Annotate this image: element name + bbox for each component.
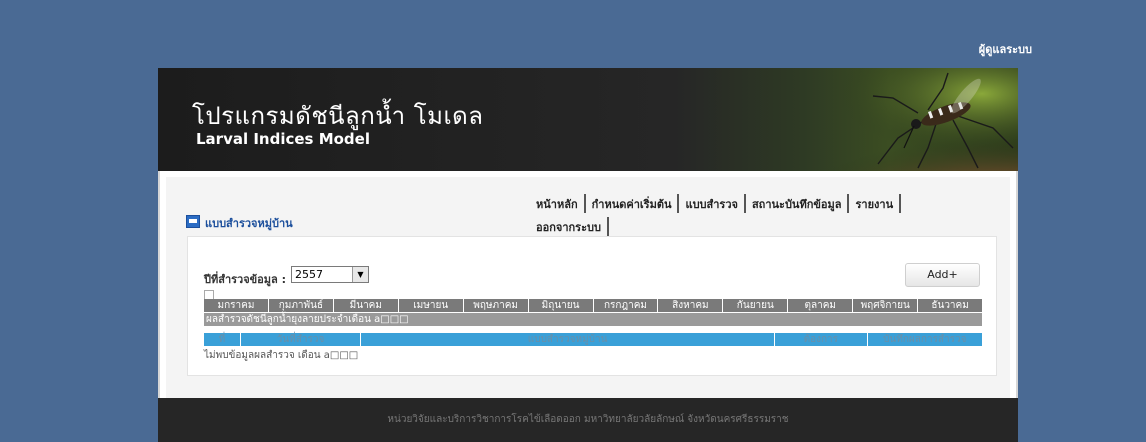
footer: หน่วยวิจัยและบริการวิชาการโรคไข้เลือดออก… bbox=[158, 398, 1018, 442]
col-village-survey: แบบสำรวจหมู่บ้าน bbox=[361, 333, 776, 346]
month-tab-11[interactable]: พฤศจิกายน bbox=[853, 299, 919, 312]
month-tab-10[interactable]: ตุลาคม bbox=[788, 299, 854, 312]
month-tab-2[interactable]: กุมภาพันธ์ bbox=[269, 299, 334, 312]
month-tab-7[interactable]: กรกฎาคม bbox=[594, 299, 659, 312]
nav-item-logout[interactable]: ออกจากระบบ bbox=[530, 217, 609, 236]
form-icon bbox=[186, 215, 200, 228]
add-button[interactable]: Add+ bbox=[905, 263, 980, 287]
app-title-english: Larval Indices Model bbox=[196, 130, 370, 148]
month-tab-4[interactable]: เมษายน bbox=[399, 299, 464, 312]
nav-item-home[interactable]: หน้าหลัก bbox=[530, 194, 586, 213]
year-value: 2557 bbox=[295, 268, 323, 281]
header-banner: โปรแกรมดัชนีลูกน้ำ โมเดล Larval Indices … bbox=[158, 68, 1018, 171]
page-wrapper: โปรแกรมดัชนีลูกน้ำ โมเดล Larval Indices … bbox=[158, 68, 1018, 442]
month-tab-1[interactable]: มกราคม bbox=[204, 299, 269, 312]
main-nav: หน้าหลัก กำหนดค่าเริ่มต้น แบบสำรวจ สถานะบัน… bbox=[530, 194, 930, 240]
nav-item-survey[interactable]: แบบสำรวจ bbox=[679, 194, 746, 213]
col-action: ต้องการ bbox=[775, 333, 868, 346]
page-heading: แบบสำรวจหมู่บ้าน bbox=[186, 214, 293, 232]
nav-item-reports[interactable]: รายงาน bbox=[849, 194, 902, 213]
year-label: ปีที่สำรวจข้อมูล : bbox=[204, 273, 287, 286]
no-data-message: ไม่พบข้อมูลผลสำรวจ เดือน a□□□ bbox=[204, 350, 359, 361]
page-heading-label: แบบสำรวจหมู่บ้าน bbox=[205, 217, 293, 230]
table-header: ที่ วันที่สำรวจ แบบสำรวจหมู่บ้าน ต้องการ… bbox=[204, 333, 982, 346]
result-title-bar: ผลสำรวจดัชนีลูกน้ำยุงลายประจำเดือน a□□□ bbox=[204, 313, 982, 326]
admin-link[interactable]: ผู้ดูแลระบบ bbox=[979, 40, 1032, 58]
content-area: แบบสำรวจหมู่บ้าน หน้าหลัก กำหนดค่าเริ่มต้… bbox=[166, 177, 1010, 398]
main-content: แบบสำรวจหมู่บ้าน หน้าหลัก กำหนดค่าเริ่มต้… bbox=[158, 171, 1018, 398]
month-tab-8[interactable]: สิงหาคม bbox=[658, 299, 724, 312]
month-tab-5[interactable]: พฤษภาคม bbox=[464, 299, 529, 312]
nav-item-save-status[interactable]: สถานะบันทึกข้อมูล bbox=[746, 194, 850, 213]
month-tabs: มกราคม กุมภาพันธ์ มีนาคม เมษายน พฤษภาคม … bbox=[204, 299, 982, 312]
nav-item-settings[interactable]: กำหนดค่าเริ่มต้น bbox=[586, 194, 680, 213]
col-number: ที่ bbox=[204, 333, 241, 346]
survey-panel: ปีที่สำรวจข้อมูล : 2557 ▼ Add+ มกราคม กุ… bbox=[187, 236, 997, 376]
month-tab-12[interactable]: ธันวาคม bbox=[918, 299, 982, 312]
year-select[interactable]: 2557 ▼ bbox=[291, 266, 369, 283]
month-tab-3[interactable]: มีนาคม bbox=[334, 299, 399, 312]
month-tab-9[interactable]: กันยายน bbox=[723, 299, 789, 312]
col-survey-date: วันที่สำรวจ bbox=[241, 333, 362, 346]
chevron-down-icon[interactable]: ▼ bbox=[352, 267, 368, 282]
month-tab-6[interactable]: มิถุนายน bbox=[529, 299, 594, 312]
col-save-result: บันทึกผลการสำรวจ bbox=[883, 334, 967, 345]
mosquito-image bbox=[778, 68, 1018, 171]
